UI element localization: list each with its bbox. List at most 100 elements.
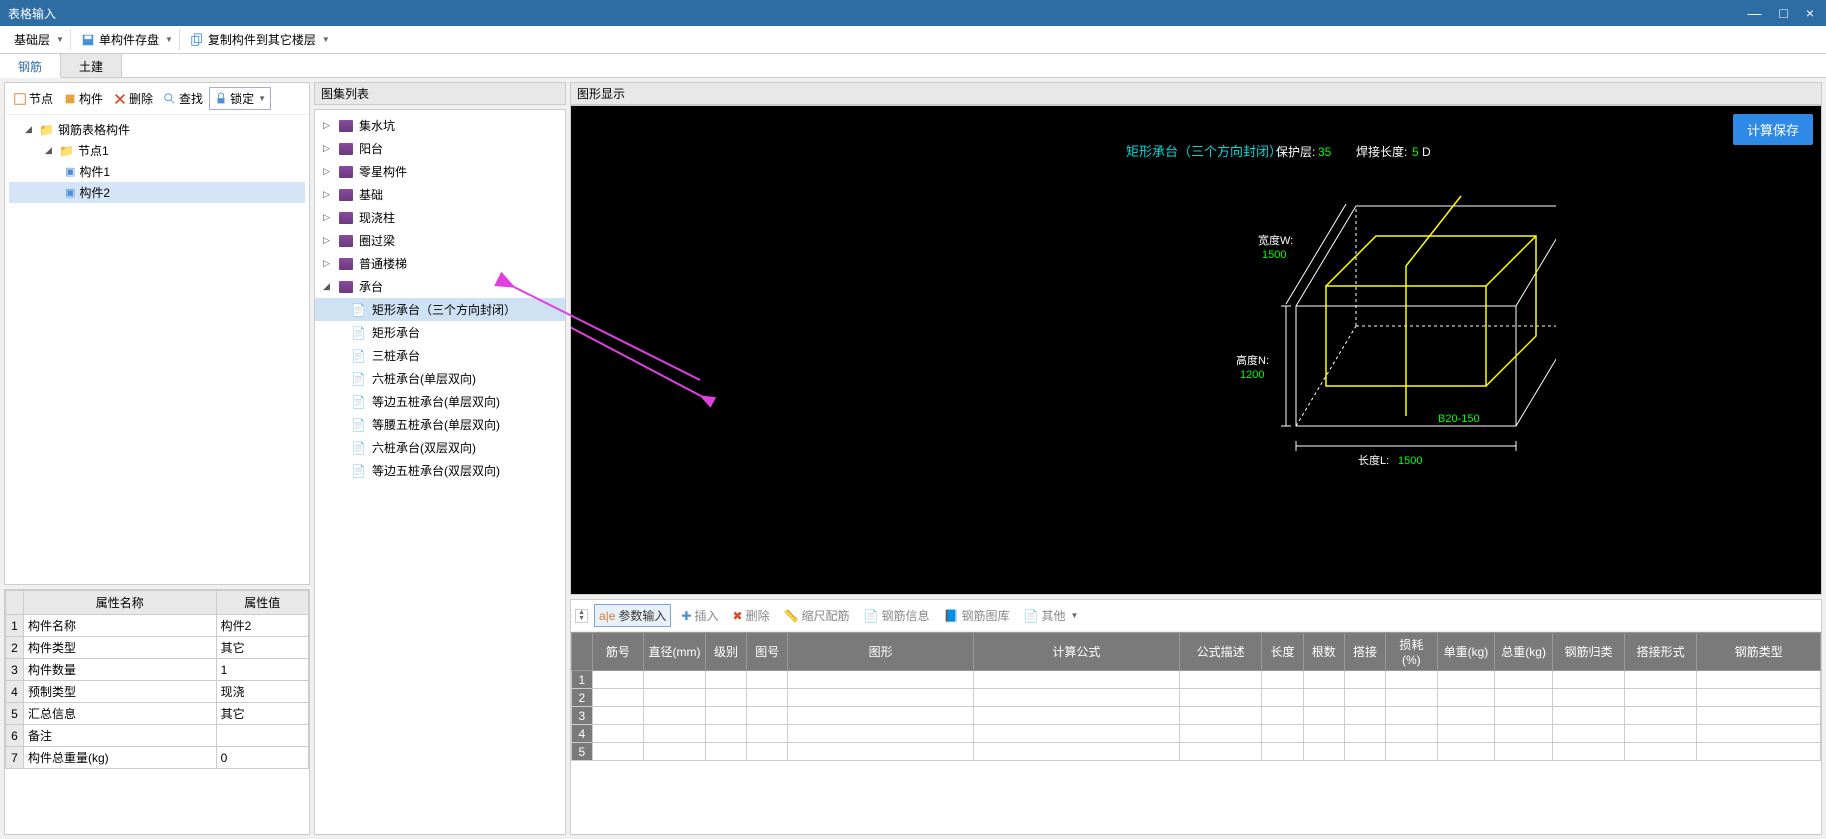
svg-text:长度L:: 长度L: [1358,453,1389,467]
atlas-category[interactable]: ▷现浇柱 [315,206,565,229]
find-button[interactable]: 查找 [159,87,207,110]
atlas-header: 图集列表 [314,82,566,105]
tree-root[interactable]: ◢📁钢筋表格构件 [9,119,305,140]
grid-header: 级别 [705,633,746,671]
minimize-button[interactable]: — [1747,5,1761,21]
document-icon: 📄 [351,395,366,409]
item-icon: ▣ [65,165,75,178]
tab-rebar[interactable]: 钢筋 [0,54,61,78]
book-icon [339,143,353,155]
atlas-item[interactable]: 📄矩形承台（三个方向封闭） [315,298,565,321]
param-input-button[interactable]: a|e参数输入 [594,604,671,627]
grid-row[interactable]: 4 [572,725,1821,743]
rebar-data-grid[interactable]: 筋号直径(mm)级别图号图形计算公式公式描述长度根数搭接损耗(%)单重(kg)总… [571,632,1821,834]
atlas-item[interactable]: 📄等边五桩承台(单层双向) [315,390,565,413]
chevron-down-icon: ▼ [322,35,330,44]
atlas-category[interactable]: ▷基础 [315,183,565,206]
book-icon [339,120,353,132]
atlas-item[interactable]: 📄等腰五桩承台(单层双向) [315,413,565,436]
rebar-lib-button[interactable]: 📘钢筋图库 [940,605,1014,626]
lock-button[interactable]: 锁定▼ [209,87,271,110]
atlas-category[interactable]: ▷圈过梁 [315,229,565,252]
delete-button[interactable]: 删除 [109,87,157,110]
expand-icon: ▷ [323,166,333,177]
atlas-item[interactable]: 📄三桩承台 [315,344,565,367]
grid-header: 直径(mm) [644,633,706,671]
rebar-toolbar: ▲▼ a|e参数输入 ✚插入 ✖删除 📏缩尺配筋 📄钢筋信息 📘钢筋图库 📄其他… [571,600,1821,632]
atlas-category[interactable]: ▷阳台 [315,137,565,160]
property-row[interactable]: 1构件名称构件2 [6,615,309,637]
grid-header: 根数 [1303,633,1344,671]
copy-component-button[interactable]: 复制构件到其它楼层▼ [184,29,336,50]
collapse-icon: ◢ [25,124,35,135]
expand-icon: ▷ [323,235,333,246]
grid-row[interactable]: 3 [572,707,1821,725]
book-icon [339,189,353,201]
grid-header: 钢筋归类 [1552,633,1624,671]
property-row[interactable]: 4预制类型现浇 [6,681,309,703]
save-component-button[interactable]: 单构件存盘▼ [75,29,180,50]
property-row[interactable]: 3构件数量1 [6,659,309,681]
insert-button[interactable]: ✚插入 [677,605,722,626]
property-row[interactable]: 6备注 [6,725,309,747]
close-button[interactable]: × [1806,5,1814,21]
prop-header-value: 属性值 [216,591,308,615]
other-button[interactable]: 📄其他▼ [1019,605,1082,626]
tree-node-1[interactable]: ◢📁节点1 [9,140,305,161]
chevron-down-icon: ▼ [1070,611,1078,620]
navigate-arrows[interactable]: ▲▼ [575,609,588,623]
atlas-category[interactable]: ▷集水坑 [315,114,565,137]
grid-header: 长度 [1262,633,1303,671]
component-icon [63,92,77,106]
atlas-category[interactable]: ◢承台 [315,275,565,298]
grid-header: 搭接形式 [1625,633,1697,671]
property-row[interactable]: 7构件总重量(kg)0 [6,747,309,769]
svg-text:高度N:: 高度N: [1236,353,1269,367]
properties-panel: 属性名称属性值 1构件名称构件22构件类型其它3构件数量14预制类型现浇5汇总信… [4,589,310,835]
layer-dropdown[interactable]: 基础层▼ [8,29,71,50]
atlas-category[interactable]: ▷零星构件 [315,160,565,183]
component-button[interactable]: 构件 [59,87,107,110]
grid-header: 搭接 [1344,633,1385,671]
tree-comp-1[interactable]: ▣构件1 [9,161,305,182]
atlas-item[interactable]: 📄六桩承台(双层双向) [315,436,565,459]
document-icon: 📄 [351,326,366,340]
atlas-item[interactable]: 📄等边五桩承台(双层双向) [315,459,565,482]
search-icon [163,92,177,106]
atlas-list: ▷集水坑▷阳台▷零星构件▷基础▷现浇柱▷圈过梁▷普通楼梯◢承台📄矩形承台（三个方… [314,109,566,835]
atlas-category[interactable]: ▷普通楼梯 [315,252,565,275]
scale-rebar-button[interactable]: 📏缩尺配筋 [780,605,854,626]
grid-row[interactable]: 2 [572,689,1821,707]
graphic-display: 计算保存 矩形承台（三个方向封闭）： 保护层:35 焊接长度:5D [570,105,1822,595]
main-tabs: 钢筋 土建 [0,54,1826,78]
book-icon [339,281,353,293]
window-controls: — □ × [1747,5,1818,21]
tree-comp-2[interactable]: ▣构件2 [9,182,305,203]
component-tree-panel: 节点 构件 删除 查找 锁定▼ ◢📁钢筋表格构件 ◢📁节点1 ▣构件1 ▣构件2 [4,82,310,585]
tree-toolbar: 节点 构件 删除 查找 锁定▼ [5,83,309,115]
maximize-button[interactable]: □ [1779,5,1787,21]
property-row[interactable]: 2构件类型其它 [6,637,309,659]
svg-text:B20-150: B20-150 [1438,413,1480,425]
atlas-item[interactable]: 📄六桩承台(单层双向) [315,367,565,390]
svg-text:保护层:: 保护层: [1276,145,1315,159]
document-icon: 📄 [351,464,366,478]
svg-text:矩形承台（三个方向封闭）：: 矩形承台（三个方向封闭）： [1126,144,1289,159]
chevron-down-icon: ▼ [56,35,64,44]
grid-header: 钢筋类型 [1697,633,1821,671]
rebar-info-button[interactable]: 📄钢筋信息 [860,605,934,626]
calculate-save-button[interactable]: 计算保存 [1733,114,1813,145]
grid-header: 计算公式 [973,633,1179,671]
grid-header: 图号 [747,633,788,671]
item-icon: ▣ [65,186,75,199]
delete-row-button[interactable]: ✖删除 [729,605,774,626]
atlas-item[interactable]: 📄矩形承台 [315,321,565,344]
rebar-diagram: 矩形承台（三个方向封闭）： 保护层:35 焊接长度:5D [836,136,1556,476]
graphic-header: 图形显示 [570,82,1822,105]
book-icon [339,212,353,224]
grid-row[interactable]: 1 [572,671,1821,689]
node-button[interactable]: 节点 [9,87,57,110]
property-row[interactable]: 5汇总信息其它 [6,703,309,725]
tab-civil[interactable]: 土建 [61,54,122,77]
grid-row[interactable]: 5 [572,743,1821,761]
